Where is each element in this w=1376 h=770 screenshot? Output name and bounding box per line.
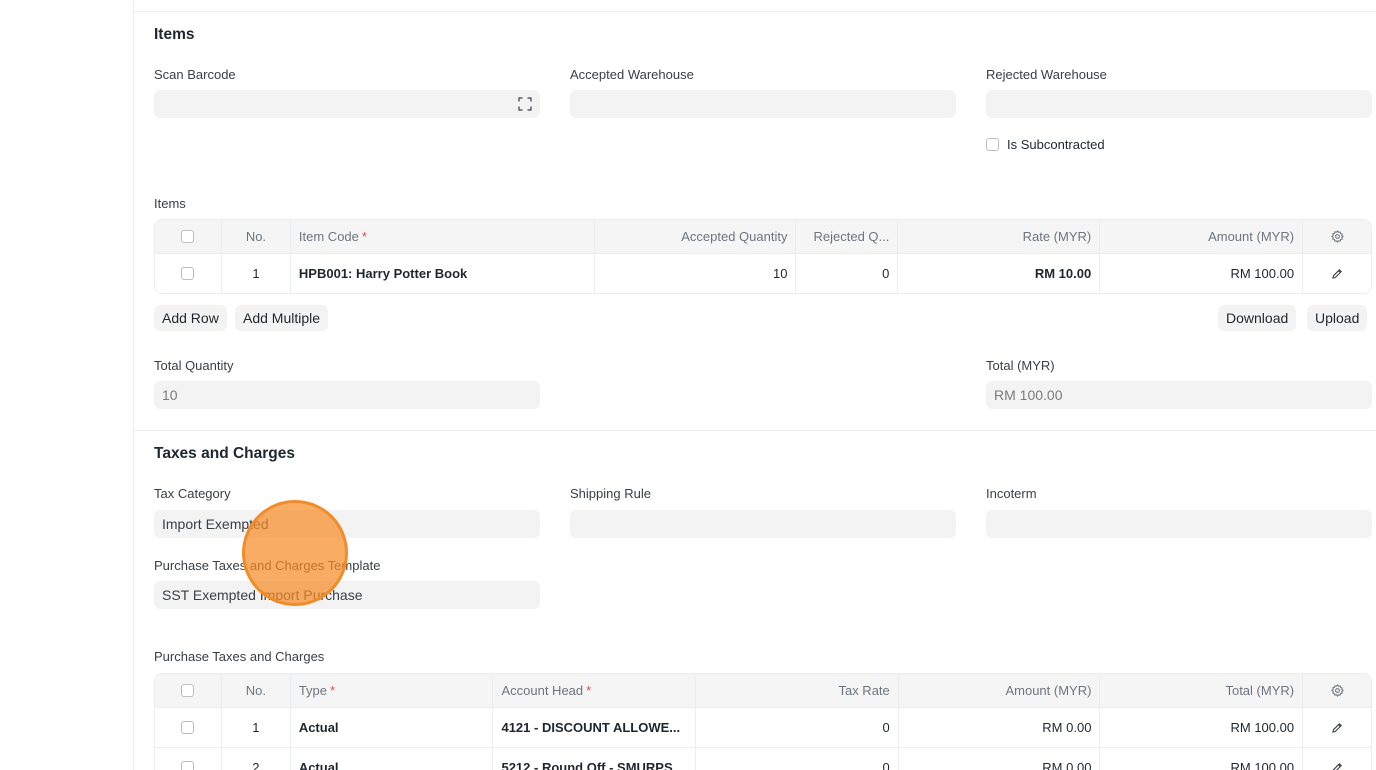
column-header-account-head[interactable]: Account Head * <box>493 674 697 707</box>
select-all-checkbox[interactable] <box>181 684 195 697</box>
total-quantity-field: 10 <box>154 381 540 409</box>
row-item-code[interactable]: HPB001: Harry Potter Book <box>291 254 595 293</box>
upload-button[interactable]: Upload <box>1307 305 1368 331</box>
scan-barcode-input[interactable] <box>154 90 540 118</box>
items-section-title: Items <box>154 26 195 43</box>
row-account-head[interactable]: 4121 - DISCOUNT ALLOWE... <box>493 708 697 747</box>
row-rejected-qty[interactable]: 0 <box>796 254 899 293</box>
add-multiple-button[interactable]: Add Multiple <box>235 305 329 331</box>
taxes-template-input[interactable]: SST Exempted Import Purchase <box>154 581 540 609</box>
edit-pencil-icon[interactable] <box>1331 762 1343 770</box>
table-row[interactable]: 2 Actual 5212 - Round Off - SMURPS 0 RM … <box>155 747 1371 770</box>
row-checkbox[interactable] <box>181 267 195 280</box>
row-edit-cell <box>1303 254 1371 293</box>
column-header-no: No. <box>222 220 291 253</box>
left-gutter <box>0 0 134 770</box>
table-row[interactable]: 1 Actual 4121 - DISCOUNT ALLOWE... 0 RM … <box>155 707 1371 747</box>
select-all-checkbox[interactable] <box>181 230 195 243</box>
rejected-warehouse-label: Rejected Warehouse <box>986 67 1107 82</box>
download-button[interactable]: Download <box>1218 305 1297 331</box>
row-edit-cell <box>1303 708 1371 747</box>
required-marker: * <box>361 229 367 244</box>
tax-category-input[interactable]: Import Exempted <box>154 510 540 538</box>
shipping-rule-label: Shipping Rule <box>570 486 651 501</box>
total-value: RM 100.00 <box>994 387 1063 403</box>
shipping-rule-input[interactable] <box>570 510 956 538</box>
column-header-tax-rate[interactable]: Tax Rate <box>696 674 899 707</box>
items-table-label: Items <box>154 196 186 211</box>
column-header-amount[interactable]: Amount (MYR) <box>1100 220 1304 253</box>
add-row-button[interactable]: Add Row <box>154 305 227 331</box>
taxes-section-title: Taxes and Charges <box>154 445 295 462</box>
column-header-account-head-label: Account Head <box>501 683 584 698</box>
row-rate[interactable]: RM 10.00 <box>898 254 1101 293</box>
column-header-no: No. <box>222 674 291 707</box>
row-no: 1 <box>222 254 291 293</box>
required-marker: * <box>586 683 592 698</box>
column-header-accepted-qty[interactable]: Accepted Quantity <box>595 220 797 253</box>
total-field: RM 100.00 <box>986 381 1372 409</box>
column-header-type[interactable]: Type * <box>291 674 494 707</box>
column-header-amount[interactable]: Amount (MYR) <box>899 674 1101 707</box>
row-amount[interactable]: RM 0.00 <box>899 748 1101 770</box>
column-header-rejected-qty[interactable]: Rejected Q... <box>796 220 899 253</box>
row-type[interactable]: Actual <box>291 708 494 747</box>
column-header-item-code-label: Item Code <box>298 229 359 244</box>
scan-icon[interactable] <box>518 97 532 111</box>
column-settings-cell <box>1303 674 1371 707</box>
column-header-item-code[interactable]: Item Code * <box>291 220 595 253</box>
required-marker: * <box>330 683 336 698</box>
items-table: No. Item Code * Accepted Quantity Rejecte… <box>154 219 1372 294</box>
row-tax-rate[interactable]: 0 <box>696 708 899 747</box>
total-quantity-value: 10 <box>162 387 178 403</box>
settings-gear-icon[interactable] <box>1330 230 1344 243</box>
row-no: 2 <box>222 748 291 770</box>
select-all-cell <box>155 674 222 707</box>
is-subcontracted-checkbox[interactable] <box>986 138 999 151</box>
row-account-head[interactable]: 5212 - Round Off - SMURPS <box>493 748 697 770</box>
taxes-table-header: No. Type * Account Head * Tax Rate Amount … <box>155 674 1371 707</box>
row-select-cell <box>155 748 222 770</box>
section-divider <box>134 11 1376 12</box>
settings-gear-icon[interactable] <box>1330 684 1344 697</box>
accepted-warehouse-label: Accepted Warehouse <box>570 67 694 82</box>
is-subcontracted-label: Is Subcontracted <box>1007 137 1105 152</box>
incoterm-input[interactable] <box>986 510 1372 538</box>
row-amount: RM 100.00 <box>1100 254 1304 293</box>
accepted-warehouse-input[interactable] <box>570 90 956 118</box>
table-row[interactable]: 1 HPB001: Harry Potter Book 10 0 RM 10.0… <box>155 253 1371 293</box>
row-no: 1 <box>222 708 291 747</box>
rejected-warehouse-input[interactable] <box>986 90 1372 118</box>
column-header-total[interactable]: Total (MYR) <box>1100 674 1304 707</box>
row-total: RM 100.00 <box>1100 748 1304 770</box>
edit-pencil-icon[interactable] <box>1331 268 1343 280</box>
tax-category-label: Tax Category <box>154 486 231 501</box>
row-checkbox[interactable] <box>181 761 195 770</box>
column-header-type-label: Type <box>298 683 327 698</box>
row-total: RM 100.00 <box>1100 708 1304 747</box>
row-type[interactable]: Actual <box>291 748 494 770</box>
row-amount[interactable]: RM 0.00 <box>899 708 1101 747</box>
row-checkbox[interactable] <box>181 721 195 734</box>
column-settings-cell <box>1303 220 1371 253</box>
column-header-rate[interactable]: Rate (MYR) <box>898 220 1101 253</box>
incoterm-label: Incoterm <box>986 486 1037 501</box>
taxes-table-label: Purchase Taxes and Charges <box>154 649 325 664</box>
edit-pencil-icon[interactable] <box>1331 722 1343 734</box>
select-all-cell <box>155 220 222 253</box>
click-highlight-indicator <box>242 500 348 606</box>
scan-barcode-label: Scan Barcode <box>154 67 236 82</box>
row-select-cell <box>155 708 222 747</box>
row-tax-rate[interactable]: 0 <box>696 748 899 770</box>
row-accepted-qty[interactable]: 10 <box>595 254 797 293</box>
items-table-header: No. Item Code * Accepted Quantity Rejecte… <box>155 220 1371 253</box>
total-quantity-label: Total Quantity <box>154 358 234 373</box>
section-divider <box>134 430 1376 431</box>
is-subcontracted-field: Is Subcontracted <box>986 137 1105 152</box>
row-edit-cell <box>1303 748 1371 770</box>
row-select-cell <box>155 254 222 293</box>
taxes-table: No. Type * Account Head * Tax Rate Amount … <box>154 673 1372 770</box>
total-label: Total (MYR) <box>986 358 1055 373</box>
